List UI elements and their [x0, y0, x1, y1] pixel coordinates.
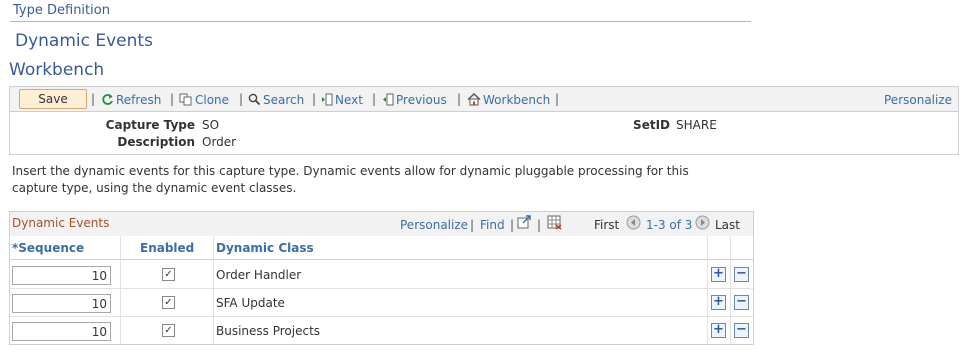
page-title: Dynamic Events: [15, 31, 153, 51]
section-divider: [10, 21, 751, 22]
add-row-button[interactable]: +: [711, 323, 726, 338]
page-subtitle: Workbench: [9, 60, 105, 80]
table-row: ✓ SFA Update + −: [10, 289, 753, 317]
next-button[interactable]: Next: [321, 93, 363, 107]
key-fields-panel: Capture Type SO Description Order SetID …: [9, 112, 959, 155]
setid-value: SHARE: [676, 118, 717, 132]
refresh-button[interactable]: Refresh: [101, 93, 161, 107]
save-button[interactable]: Save: [19, 89, 87, 109]
refresh-label[interactable]: Refresh: [116, 93, 161, 107]
home-icon: [467, 93, 481, 106]
dynamic-events-grid: Dynamic Events Personalize | Find | | Fi…: [9, 211, 754, 345]
dynamic-class-cell: SFA Update: [216, 296, 285, 310]
capture-type-label: Capture Type: [105, 118, 195, 132]
search-icon: [248, 93, 261, 106]
first-label: First: [594, 218, 620, 232]
clone-icon: [179, 93, 192, 106]
grid-column-headers: *Sequence Enabled Dynamic Class: [10, 236, 753, 260]
enabled-column-header[interactable]: Enabled: [140, 241, 194, 255]
toolbar: Save | Refresh | Clone | Search | Next |…: [9, 86, 959, 112]
previous-icon: [383, 93, 394, 106]
toolbar-separator: |: [555, 92, 560, 106]
row-range: 1-3 of 3: [646, 218, 693, 232]
delete-row-button[interactable]: −: [734, 267, 749, 282]
sequence-input[interactable]: [12, 266, 111, 285]
sequence-input[interactable]: [12, 322, 111, 341]
workbench-button[interactable]: Workbench: [467, 93, 550, 107]
next-row-icon[interactable]: [695, 215, 710, 233]
refresh-icon: [102, 94, 113, 105]
delete-row-button[interactable]: −: [734, 295, 749, 310]
setid-label: SetID: [633, 118, 670, 132]
grid-separator: |: [470, 218, 475, 232]
sequence-column-header[interactable]: *Sequence: [12, 241, 84, 255]
grid-title: Dynamic Events: [12, 216, 110, 230]
next-label[interactable]: Next: [335, 93, 363, 107]
toolbar-separator: |: [312, 92, 317, 106]
instructions-text: Insert the dynamic events for this captu…: [12, 164, 689, 195]
search-button[interactable]: Search: [248, 93, 304, 107]
grid-separator: |: [537, 218, 542, 232]
toolbar-separator: |: [91, 92, 96, 106]
previous-button[interactable]: Previous: [382, 93, 447, 107]
enabled-checkbox[interactable]: ✓: [162, 324, 175, 337]
toolbar-separator: |: [239, 92, 244, 106]
sequence-input[interactable]: [12, 294, 111, 313]
dynamic-class-cell: Order Handler: [216, 268, 302, 282]
toolbar-separator: |: [170, 92, 175, 106]
capture-type-value: SO: [202, 118, 220, 132]
grid-find-link[interactable]: Find: [480, 218, 505, 232]
previous-row-icon[interactable]: [626, 215, 641, 233]
delete-row-button[interactable]: −: [734, 323, 749, 338]
last-label: Last: [715, 218, 740, 232]
view-all-icon[interactable]: [517, 215, 532, 232]
toolbar-separator: |: [372, 92, 377, 106]
add-row-button[interactable]: +: [711, 267, 726, 282]
enabled-checkbox[interactable]: ✓: [162, 296, 175, 309]
description-label: Description: [117, 135, 195, 149]
add-row-button[interactable]: +: [711, 295, 726, 310]
description-value: Order: [202, 135, 237, 149]
clone-button[interactable]: Clone: [179, 93, 229, 107]
download-icon[interactable]: [547, 215, 562, 233]
dynamic-class-column-header[interactable]: Dynamic Class: [216, 241, 314, 255]
previous-label[interactable]: Previous: [396, 93, 447, 107]
enabled-checkbox[interactable]: ✓: [162, 268, 175, 281]
toolbar-separator: |: [457, 92, 462, 106]
grid-separator: |: [510, 218, 515, 232]
next-icon: [322, 93, 333, 106]
table-row: ✓ Order Handler + −: [10, 261, 753, 289]
section-title: Type Definition: [13, 3, 110, 18]
grid-navigation-bar: Dynamic Events Personalize | Find | | Fi…: [10, 212, 753, 236]
workbench-label[interactable]: Workbench: [483, 93, 550, 107]
search-label[interactable]: Search: [263, 93, 304, 107]
dynamic-class-cell: Business Projects: [216, 324, 321, 338]
grid-personalize-link[interactable]: Personalize: [400, 218, 468, 232]
table-row: ✓ Business Projects + −: [10, 317, 753, 345]
toolbar-personalize-link[interactable]: Personalize: [884, 93, 952, 107]
clone-label[interactable]: Clone: [195, 93, 229, 107]
